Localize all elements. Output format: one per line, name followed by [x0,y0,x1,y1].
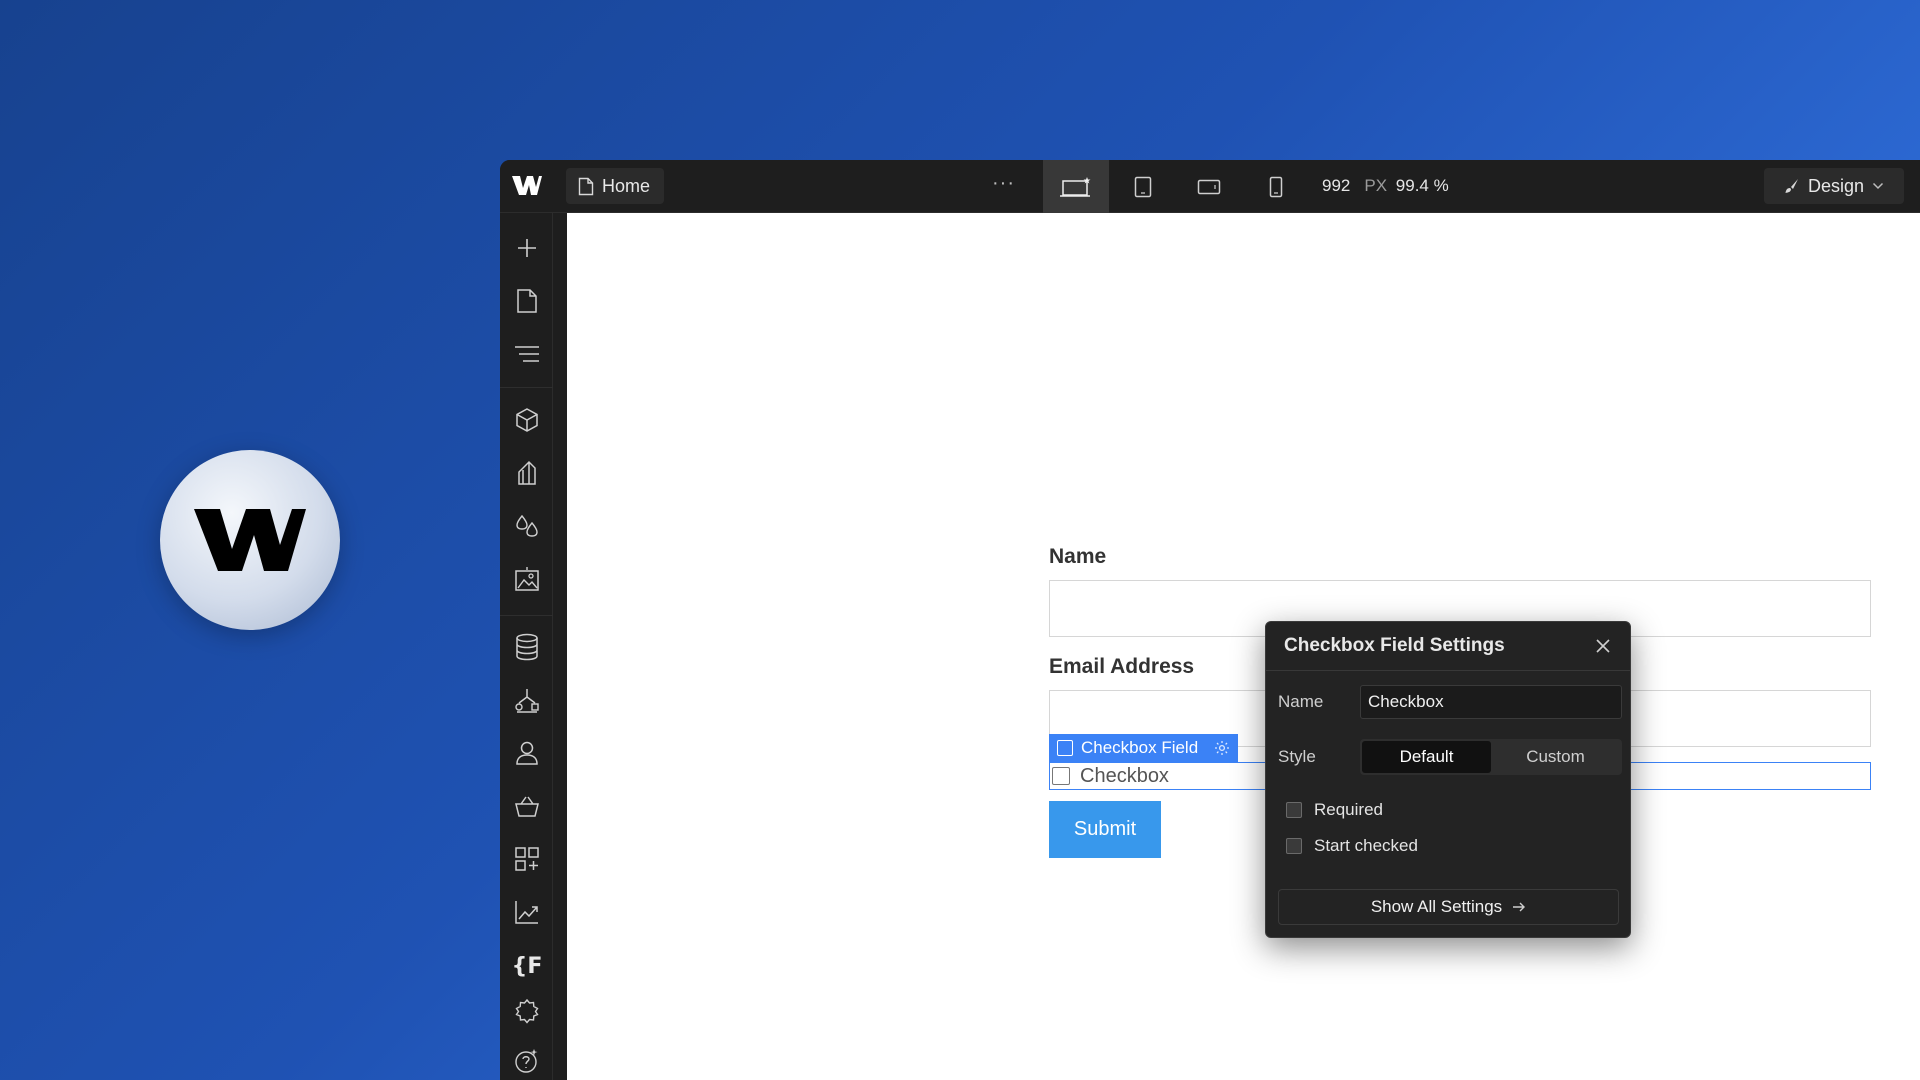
chevron-down-icon [1872,182,1884,190]
mobile-landscape-icon [1197,179,1221,194]
code-braces-icon[interactable]: {F [512,951,543,981]
canvas-zoom-value[interactable]: 99.4 % [1396,176,1449,195]
canvas-width-unit: PX [1364,176,1388,195]
selected-element-name: Checkbox Field [1081,738,1199,757]
variables-icon[interactable] [512,511,542,541]
design-canvas[interactable]: Name Email Address Checkbox Checkbox Fie… [567,213,1920,1080]
popup-header: Checkbox Field Settings [1266,622,1630,671]
name-setting-input[interactable] [1360,685,1622,719]
checkbox-type-icon [1057,740,1073,756]
brush-icon [1785,179,1798,193]
page-icon [578,177,594,195]
settings-icon[interactable] [512,996,542,1026]
email-field-label: Email Address [1049,655,1195,678]
apps-icon[interactable] [512,844,542,874]
logic-icon[interactable] [512,685,542,715]
mode-switch-button[interactable]: Design [1764,168,1904,204]
show-all-settings-button[interactable]: Show All Settings [1278,889,1619,925]
style-setting-label: Style [1278,747,1316,766]
webflow-menu-icon[interactable] [512,174,542,198]
webflow-logo-icon [194,509,306,571]
more-options-icon[interactable]: ··· [992,172,1015,195]
webflow-designer-window: Home ··· 992 PX 99.4 % Design {F Name Em… [500,160,1920,1080]
tablet-icon [1134,176,1152,197]
required-checkbox-box[interactable] [1286,802,1302,818]
navigator-icon[interactable] [512,339,542,369]
style-setting-row: Style Default Custom [1278,739,1622,775]
name-setting-row: Name [1278,685,1622,719]
add-elements-icon[interactable] [512,233,542,263]
selected-element-tag[interactable]: Checkbox Field [1049,734,1239,762]
style-segmented-control: Default Custom [1360,739,1622,775]
users-icon[interactable] [512,738,542,768]
popup-title: Checkbox Field Settings [1284,635,1505,656]
ecommerce-icon[interactable] [512,791,542,821]
canvas-width-value[interactable]: 992 [1322,176,1350,195]
desktop-base-icon [1060,176,1091,197]
mobile-portrait-icon [1269,176,1283,197]
cms-icon[interactable] [512,632,542,662]
name-setting-label: Name [1278,692,1324,711]
start-checked-checkbox[interactable]: Start checked [1286,836,1418,856]
checkbox-control[interactable] [1052,767,1070,785]
left-toolbar: {F [500,213,553,1080]
help-icon[interactable] [512,1046,542,1076]
style-selectors-icon[interactable] [512,458,542,488]
arrow-right-icon [1513,902,1526,912]
page-name: Home [602,175,651,196]
start-checked-label: Start checked [1314,836,1418,855]
submit-button[interactable]: Submit [1049,801,1161,858]
breakpoint-desktop-button[interactable] [1043,160,1109,213]
show-all-settings-label: Show All Settings [1370,897,1503,916]
element-settings-gear-icon[interactable] [1214,740,1230,756]
checkbox-field-settings-popup: Checkbox Field Settings Name Style Defau… [1265,621,1631,938]
page-selector[interactable]: Home [566,168,665,204]
checkbox-label: Checkbox [1080,764,1169,787]
required-checkbox[interactable]: Required [1286,800,1383,820]
pages-icon[interactable] [512,286,542,316]
name-field-label: Name [1049,545,1107,568]
assets-icon[interactable] [512,564,542,594]
analyze-icon[interactable] [512,897,542,927]
components-icon[interactable] [512,405,542,435]
style-default-option[interactable]: Default [1362,741,1491,773]
breakpoint-tablet-button[interactable] [1110,160,1176,213]
breakpoint-mobile-portrait-button[interactable] [1243,160,1309,213]
breakpoint-mobile-landscape-button[interactable] [1176,160,1242,213]
start-checked-checkbox-box[interactable] [1286,838,1302,854]
required-label: Required [1314,800,1383,819]
mode-label: Design [1807,175,1865,196]
close-icon[interactable] [1592,635,1614,657]
top-bar: Home ··· 992 PX 99.4 % Design [500,160,1920,213]
style-custom-option[interactable]: Custom [1491,741,1620,773]
webflow-logo-badge [160,450,340,630]
canvas-dimensions: 992 PX 99.4 % [1322,176,1449,196]
